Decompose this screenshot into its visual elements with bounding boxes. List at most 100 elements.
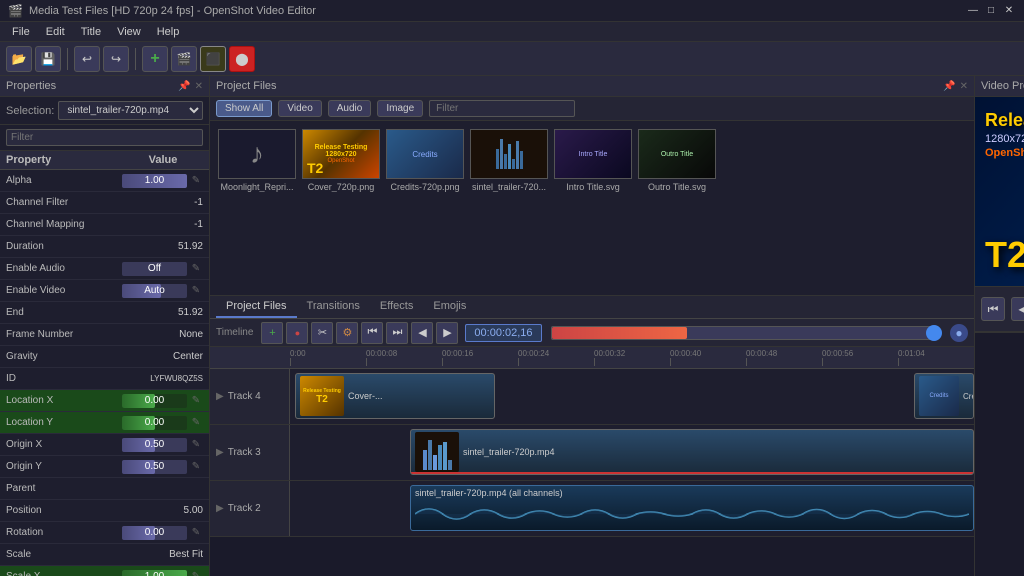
filter-video[interactable]: Video [278, 100, 321, 117]
prev-frame-button[interactable]: ⏮ [361, 322, 383, 344]
list-item[interactable]: Credits Credits-720p.png [386, 129, 464, 192]
clip-item[interactable]: sintel_trailer-720p.mp4 (all channels) [410, 485, 974, 531]
close-button[interactable]: ✕ [1002, 4, 1016, 18]
list-item[interactable]: ♪ Moonlight_Repri... [218, 129, 296, 192]
ruler-ticks: 0:00 00:00:08 00:00:16 00:00:24 [290, 347, 974, 366]
project-files-filter-input[interactable] [429, 100, 575, 117]
tick-56: 00:00:56 [822, 349, 898, 366]
track-2-content: sintel_trailer-720p.mp4 (all channels) [290, 481, 974, 536]
timeline-progress[interactable] [551, 326, 939, 340]
tab-project-files[interactable]: Project Files [216, 296, 297, 318]
scale-x-edit-icon[interactable]: ✎ [189, 570, 203, 576]
timeline-section: Project Files Transitions Effects Emojis… [210, 296, 974, 576]
maximize-button[interactable]: □ [984, 4, 998, 18]
minimize-button[interactable]: — [966, 4, 980, 18]
tab-transitions[interactable]: Transitions [297, 296, 370, 318]
track-2-name: Track 2 [228, 503, 261, 514]
list-item[interactable]: Intro Title Intro Title.svg [554, 129, 632, 192]
menu-help[interactable]: Help [149, 24, 188, 40]
file-thumbnail: ♪ [218, 129, 296, 179]
record-button[interactable]: ⬤ [229, 46, 255, 72]
alpha-edit-icon[interactable]: ✎ [189, 174, 203, 188]
settings-button[interactable]: ⚙ [336, 322, 358, 344]
scale-x-slider[interactable]: 1.00 [122, 570, 187, 576]
prop-gravity: Gravity Center [0, 346, 209, 368]
tab-effects[interactable]: Effects [370, 296, 423, 318]
prop-channel-filter: Channel Filter -1 [0, 192, 209, 214]
app-icon: 🎬 [8, 4, 23, 18]
list-item[interactable]: Outro Title Outro Title.svg [638, 129, 716, 192]
clip-item[interactable]: Release Testing T2 Cover-... [295, 373, 495, 419]
skip-to-start-button[interactable]: ⏮ [981, 297, 1005, 321]
next-frame-button[interactable]: ⏭ [386, 322, 408, 344]
filter-audio[interactable]: Audio [328, 100, 372, 117]
undo-button[interactable]: ↩ [74, 46, 100, 72]
clip-item[interactable]: Credits Credit... [914, 373, 974, 419]
selection-row: Selection: sintel_trailer-720p.mp4 [0, 97, 209, 125]
selection-dropdown[interactable]: sintel_trailer-720p.mp4 [58, 101, 203, 120]
track-label-4: ▶ Track 4 [210, 369, 290, 424]
origin-y-slider[interactable]: 0.50 [122, 460, 187, 474]
origin-y-edit-icon[interactable]: ✎ [189, 460, 203, 474]
menu-title[interactable]: Title [73, 24, 109, 40]
project-files-title: Project Files [216, 80, 277, 92]
track-3-content: sintel_trailer-720p.mp4 [290, 425, 974, 480]
list-item[interactable]: sintel_trailer-720... [470, 129, 548, 192]
prop-scale-x: Scale X 1.00 ✎ [0, 566, 209, 576]
prop-rotation: Rotation 0.00 ✎ [0, 522, 209, 544]
preview-screen: Release Testing 1280x720 OpenShot Video … [975, 97, 1024, 287]
prev-frame-button[interactable]: ◀ [1011, 297, 1024, 321]
import-button[interactable]: 🎬 [171, 46, 197, 72]
value-column-header: Value [123, 154, 203, 166]
filter-show-all[interactable]: Show All [216, 100, 272, 117]
filter-image[interactable]: Image [377, 100, 423, 117]
file-thumbnail: Release Testing1280x720 OpenShot T2 [302, 129, 380, 179]
pin-icon[interactable]: 📌 [178, 81, 190, 92]
cut-button[interactable]: ✂ [311, 322, 333, 344]
tick-0: 0:00 [290, 349, 366, 366]
file-thumbnail: Intro Title [554, 129, 632, 179]
location-x-edit-icon[interactable]: ✎ [189, 394, 203, 408]
location-y-edit-icon[interactable]: ✎ [189, 416, 203, 430]
menu-view[interactable]: View [109, 24, 149, 40]
jump-end-button[interactable]: ▶ [436, 322, 458, 344]
export-button[interactable]: ⬛ [200, 46, 226, 72]
clip-item[interactable]: sintel_trailer-720p.mp4 [410, 429, 974, 475]
enable-audio-slider[interactable]: Off [122, 262, 187, 276]
menu-edit[interactable]: Edit [38, 24, 73, 40]
enable-video-edit-icon[interactable]: ✎ [189, 284, 203, 298]
prop-alpha: Alpha 1.00 ✎ [0, 170, 209, 192]
preview-header: Video Preview 📌 ✕ [975, 76, 1024, 97]
enable-audio-edit-icon[interactable]: ✎ [189, 262, 203, 276]
tab-emojis[interactable]: Emojis [423, 296, 476, 318]
redo-button[interactable]: ↪ [103, 46, 129, 72]
rotation-edit-icon[interactable]: ✎ [189, 526, 203, 540]
origin-x-slider[interactable]: 0.50 [122, 438, 187, 452]
alpha-slider[interactable]: 1.00 [122, 174, 187, 188]
timeline-ball[interactable]: ● [950, 324, 968, 342]
preview-content: Release Testing 1280x720 OpenShot Video … [975, 97, 1024, 286]
pf-pin-icon[interactable]: 📌 [943, 81, 955, 92]
close-panel-icon[interactable]: ✕ [195, 81, 203, 92]
rotation-slider[interactable]: 0.00 [122, 526, 187, 540]
enable-video-slider[interactable]: Auto [122, 284, 187, 298]
list-item[interactable]: Release Testing1280x720 OpenShot T2 Cove… [302, 129, 380, 192]
add-track-button[interactable]: + [261, 322, 283, 344]
filter-input[interactable] [6, 129, 203, 146]
file-thumbnail: Outro Title [638, 129, 716, 179]
add-button[interactable]: + [142, 46, 168, 72]
file-label: sintel_trailer-720... [472, 182, 546, 192]
file-label: Intro Title.svg [566, 182, 620, 192]
jump-start-button[interactable]: ◀ [411, 322, 433, 344]
enable-snapping-button[interactable]: ● [286, 322, 308, 344]
menu-file[interactable]: File [4, 24, 38, 40]
tick-16: 00:00:16 [442, 349, 518, 366]
save-button[interactable]: 💾 [35, 46, 61, 72]
pf-close-icon[interactable]: ✕ [960, 81, 968, 92]
properties-title: Properties [6, 80, 56, 92]
location-x-slider[interactable]: 0.00 [122, 394, 187, 408]
title-bar: 🎬 Media Test Files [HD 720p 24 fps] - Op… [0, 0, 1024, 22]
origin-x-edit-icon[interactable]: ✎ [189, 438, 203, 452]
new-button[interactable]: 📂 [6, 46, 32, 72]
location-y-slider[interactable]: 0.00 [122, 416, 187, 430]
